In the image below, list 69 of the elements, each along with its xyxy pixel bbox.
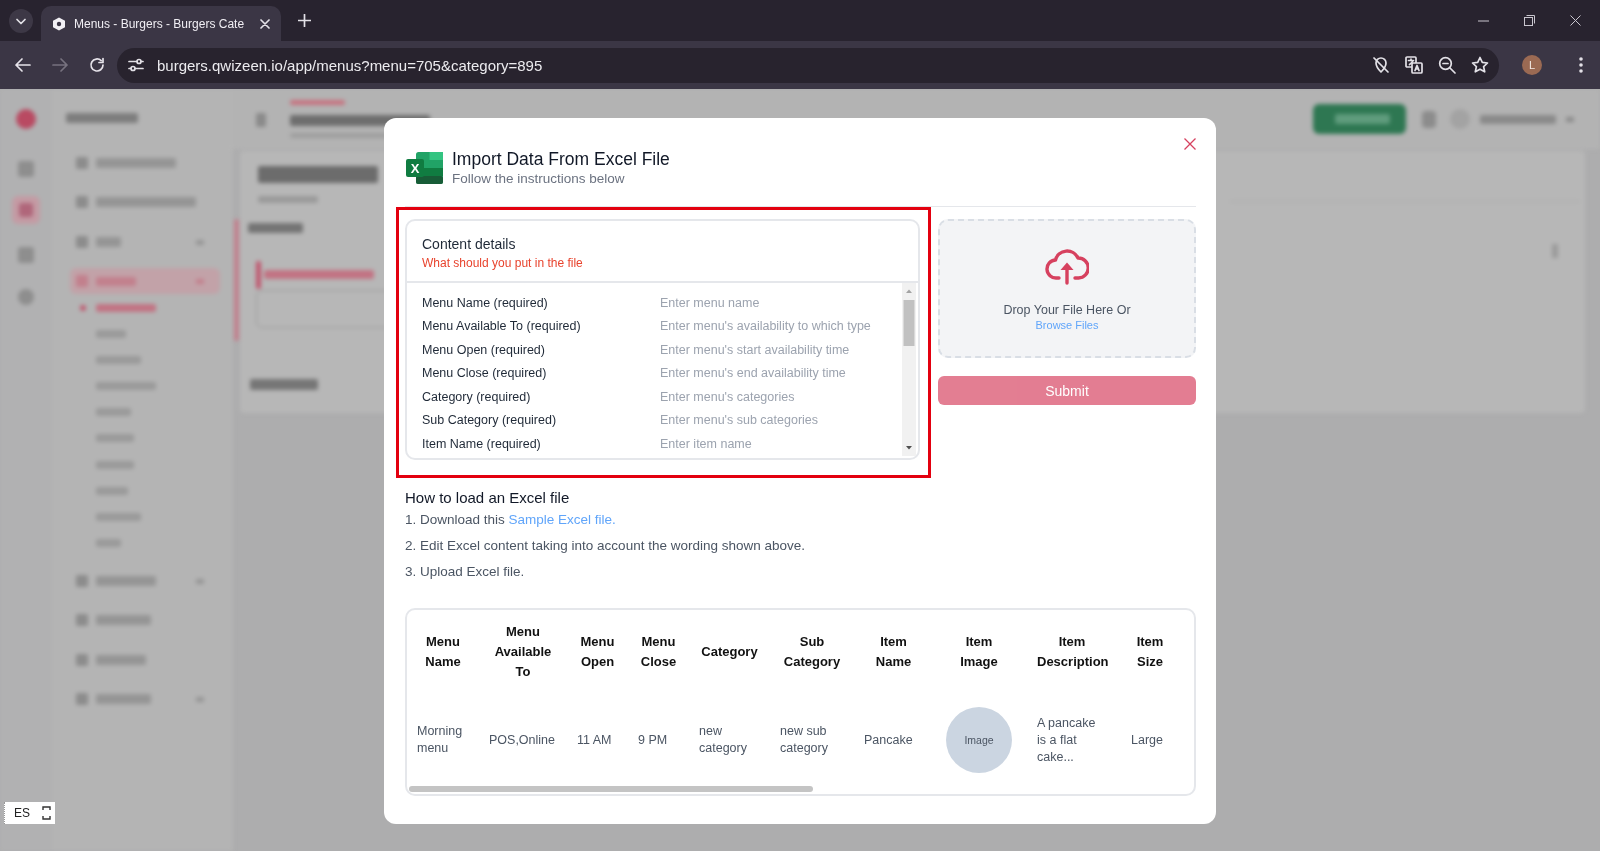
column-header: Item Name xyxy=(874,633,913,671)
image-thumbnail: Image xyxy=(946,707,1012,773)
expand-icon[interactable] xyxy=(42,806,51,820)
arrow-left-icon[interactable] xyxy=(14,56,32,74)
instruction-step: 2. Edit Excel content taking into account the wording shown above. xyxy=(405,533,1196,559)
column-header: Category xyxy=(700,643,759,661)
chevron-down-icon[interactable] xyxy=(9,9,33,33)
address-bar[interactable]: burgers.qwizeen.io/app/menus?menu=705&category=895 xyxy=(117,47,1499,83)
profile-avatar[interactable]: L xyxy=(1522,55,1542,75)
star-icon[interactable] xyxy=(1471,56,1489,74)
field-name: Menu Close (required) xyxy=(422,366,548,381)
table-cell-text: Morning menu xyxy=(416,723,464,757)
column-header: Item Description xyxy=(1036,633,1110,671)
restore-icon[interactable] xyxy=(1524,15,1535,26)
card-title: Content details xyxy=(422,235,517,254)
field-name: Category (required) xyxy=(422,389,532,404)
vertical-scrollbar[interactable] xyxy=(902,283,916,456)
close-icon[interactable] xyxy=(1184,138,1196,150)
minimize-icon[interactable] xyxy=(1478,19,1489,22)
field-name: Item Name (required) xyxy=(422,436,542,451)
crossed-pin-icon[interactable] xyxy=(1372,56,1390,74)
hexagon-icon xyxy=(52,16,66,31)
menu-icon[interactable] xyxy=(1579,57,1583,73)
table-cell-text: POS,Online xyxy=(488,731,556,749)
column-header: Menu Open xyxy=(579,633,616,671)
language-code[interactable]: ES xyxy=(14,806,30,820)
column-header: Menu Name xyxy=(424,633,462,671)
plus-icon[interactable] xyxy=(298,14,311,27)
instruction-step: 3. Upload Excel file. xyxy=(405,559,1196,585)
field-hint: Enter menu name xyxy=(660,295,760,310)
close-icon[interactable] xyxy=(1570,15,1581,26)
field-hint: Enter menu's categories xyxy=(660,389,795,404)
field-name: Menu Open (required) xyxy=(422,342,546,357)
browser-tab[interactable]: Menus - Burgers - Burgers Cate xyxy=(41,6,281,41)
card-subtitle: What should you put in the file xyxy=(422,255,584,272)
column-header: Item Image xyxy=(959,633,999,671)
field-hint: Enter item name xyxy=(660,436,752,451)
sliders-icon[interactable] xyxy=(128,58,144,72)
language-switcher[interactable]: ES xyxy=(4,802,55,824)
field-hint: Enter menu's availability to which type xyxy=(660,319,871,334)
field-hint: Enter menu's end availability time xyxy=(660,366,846,381)
zoom-out-icon[interactable] xyxy=(1438,56,1456,74)
table-cell-text: Pancake xyxy=(863,731,914,749)
instruction-step: 1. Download this Sample Excel file. xyxy=(405,507,1196,533)
field-name: Menu Name (required) xyxy=(422,295,549,310)
field-name: Menu Available To (required) xyxy=(422,319,582,334)
column-header: Sub Category xyxy=(782,633,842,671)
table-cell-text: new sub category xyxy=(779,723,829,757)
field-hint: Enter menu's start availability time xyxy=(660,342,850,357)
column-header: Menu Close xyxy=(639,633,678,671)
field-hint: Enter menu's sub categories xyxy=(660,413,819,428)
tab-title: Menus - Burgers - Burgers Cate xyxy=(74,16,246,31)
section-heading: How to load an Excel file xyxy=(405,489,571,507)
horizontal-scrollbar[interactable] xyxy=(409,786,813,792)
translate-icon[interactable] xyxy=(1405,56,1423,74)
file-drop-zone[interactable]: Drop Your File Here Or Browse Files xyxy=(938,219,1196,358)
table-cell-text: new category xyxy=(698,723,748,757)
table-cell-text: A pancake is a flat cake... xyxy=(1036,714,1097,766)
url-text: burgers.qwizeen.io/app/menus?menu=705&category=895 xyxy=(157,56,543,74)
dialog-subtitle: Follow the instructions below xyxy=(452,170,626,188)
drop-instruction: Drop Your File Here Or xyxy=(1003,303,1131,318)
dialog-title: Import Data From Excel File xyxy=(452,148,670,170)
table-cell-text: Large xyxy=(1130,731,1164,749)
table-cell-text: 9 PM xyxy=(637,731,669,749)
field-name: Sub Category (required) xyxy=(422,413,558,428)
column-header: Menu Available To xyxy=(493,623,553,681)
reload-icon[interactable] xyxy=(88,56,106,74)
table-cell-text: 11 AM xyxy=(576,731,613,749)
column-header: Item Size xyxy=(1135,633,1165,671)
